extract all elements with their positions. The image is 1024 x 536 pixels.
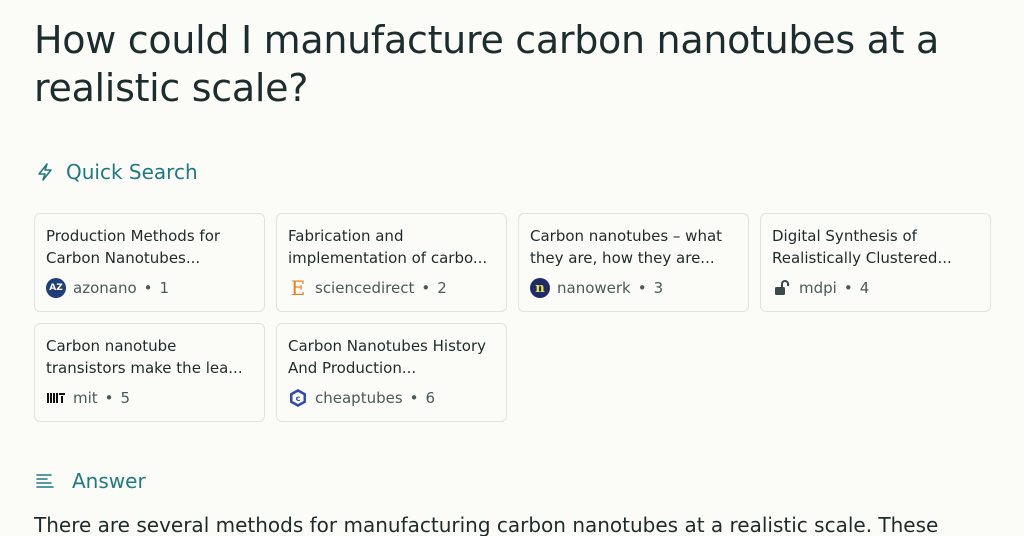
source-meta: c cheaptubes • 6 [288, 388, 495, 408]
source-separator: • [843, 279, 853, 297]
source-separator: • [409, 389, 419, 407]
text-lines-icon [34, 470, 56, 492]
quick-search-header: Quick Search [34, 160, 198, 184]
source-site: mit [73, 389, 98, 407]
source-title: Carbon nanotubes – what they are, how th… [530, 227, 723, 267]
source-index: 6 [425, 389, 436, 407]
source-index: 3 [653, 279, 664, 297]
source-title: Carbon Nanotubes History And Production.… [288, 337, 486, 377]
source-card-5[interactable]: Carbon nanotube transistors make the lea… [34, 323, 265, 422]
sources-grid: Production Methods for Carbon Nanotubes.… [34, 213, 994, 422]
cheaptubes-hexagon-icon: c [288, 388, 308, 408]
source-title: Digital Synthesis of Realistically Clust… [772, 227, 952, 267]
lightning-icon [34, 161, 56, 183]
source-title: Production Methods for Carbon Nanotubes.… [46, 227, 221, 267]
source-card-1[interactable]: Production Methods for Carbon Nanotubes.… [34, 213, 265, 312]
source-card-3[interactable]: Carbon nanotubes – what they are, how th… [518, 213, 749, 312]
source-title: Fabrication and implementation of carbo.… [288, 227, 488, 267]
source-card-6[interactable]: Carbon Nanotubes History And Production.… [276, 323, 507, 422]
source-separator: • [104, 389, 114, 407]
source-meta: n nanowerk • 3 [530, 278, 737, 298]
source-meta: AZ azonano • 1 [46, 278, 253, 298]
source-meta: E sciencedirect • 2 [288, 276, 495, 300]
azonano-favicon-icon: AZ [46, 278, 66, 298]
source-index: 5 [120, 389, 131, 407]
source-meta: mdpi • 4 [772, 278, 979, 298]
source-title: Carbon nanotube transistors make the lea… [46, 337, 243, 377]
sciencedirect-favicon-icon: E [290, 276, 306, 300]
source-separator: • [421, 279, 431, 297]
source-site: cheaptubes [315, 389, 403, 407]
answer-header: Answer [34, 469, 146, 493]
source-index: 2 [437, 279, 447, 297]
source-site: nanowerk [557, 279, 631, 297]
source-site: sciencedirect [315, 279, 415, 297]
svg-text:c: c [296, 394, 301, 403]
answer-text: There are several methods for manufactur… [34, 513, 939, 536]
source-separator: • [143, 279, 153, 297]
nanowerk-favicon-icon: n [530, 278, 550, 298]
source-card-2[interactable]: Fabrication and implementation of carbo.… [276, 213, 507, 312]
answer-label: Answer [72, 469, 146, 493]
quick-search-label: Quick Search [66, 160, 198, 184]
source-separator: • [637, 279, 647, 297]
unlock-icon [772, 278, 792, 298]
source-card-4[interactable]: Digital Synthesis of Realistically Clust… [760, 213, 991, 312]
source-site: azonano [73, 279, 137, 297]
search-result-page: How could I manufacture carbon nanotubes… [0, 0, 1024, 536]
mit-logo-icon [46, 388, 66, 408]
source-site: mdpi [799, 279, 837, 297]
source-meta: mit • 5 [46, 388, 253, 408]
source-index: 4 [859, 279, 870, 297]
question-heading: How could I manufacture carbon nanotubes… [34, 18, 939, 110]
source-index: 1 [159, 279, 170, 297]
